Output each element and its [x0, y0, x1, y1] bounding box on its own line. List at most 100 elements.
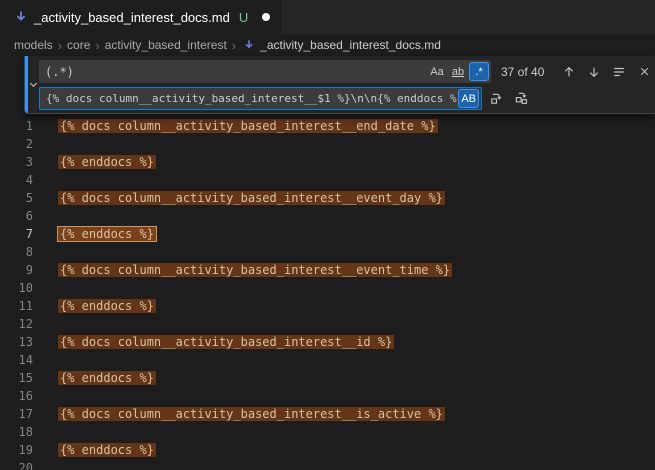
line-content: {% enddocs %}: [60, 441, 156, 459]
code-line[interactable]: 16: [0, 387, 655, 405]
replace-value-text: {% docs column__activity_based_interest_…: [46, 92, 457, 105]
find-match: {% enddocs %}: [58, 371, 156, 385]
find-widget-resize-sash[interactable]: [25, 56, 28, 113]
breadcrumb-item-filename[interactable]: _activity_based_interest_docs.md: [260, 38, 441, 52]
code-line[interactable]: 15 {% enddocs %}: [0, 369, 655, 387]
tab-filename: _activity_based_interest_docs.md: [34, 10, 230, 25]
code-line[interactable]: 8: [0, 243, 655, 261]
preserve-case-toggle[interactable]: AB: [458, 89, 479, 108]
line-number[interactable]: 14: [0, 351, 46, 369]
replace-input[interactable]: {% docs column__activity_based_interest_…: [39, 87, 482, 110]
find-match: {% docs column__activity_based_interest_…: [58, 263, 452, 277]
find-row: (.*) Aa ab .* 37 of 40: [39, 60, 655, 83]
line-number[interactable]: 16: [0, 387, 46, 405]
code-line[interactable]: 14: [0, 351, 655, 369]
chevron-down-icon: [28, 79, 39, 90]
next-match-button[interactable]: [583, 61, 605, 83]
find-match: {% docs column__activity_based_interest_…: [58, 335, 394, 349]
chevron-right-icon: ›: [232, 38, 236, 53]
line-content: {% enddocs %}: [60, 297, 156, 315]
code-line[interactable]: 13 {% docs column__activity_based_interes…: [0, 333, 655, 351]
replace-all-button[interactable]: [510, 88, 532, 110]
code-line[interactable]: 1 {% docs column__activity_based_interest…: [0, 117, 655, 135]
code-line[interactable]: 7 {% enddocs %}: [0, 225, 655, 243]
editor-code-area[interactable]: 1{% docs column__activity_based_interest…: [0, 56, 655, 470]
find-match: {% enddocs %}: [58, 155, 156, 169]
toggle-replace-button[interactable]: [28, 56, 39, 113]
line-content: {% docs column__activity_based_interest_…: [60, 405, 445, 423]
chevron-right-icon: ›: [95, 38, 99, 53]
code-line[interactable]: 19 {% enddocs %}: [0, 441, 655, 459]
line-number[interactable]: 5: [0, 189, 46, 207]
line-number[interactable]: 3: [0, 153, 46, 171]
code-line[interactable]: 18: [0, 423, 655, 441]
line-content: {% docs column__activity_based_interest_…: [60, 117, 438, 135]
line-number[interactable]: 10: [0, 279, 46, 297]
code-lines: 1 {% docs column__activity_based_interest…: [0, 117, 655, 470]
current-find-match: {% enddocs %}: [58, 227, 156, 241]
code-line[interactable]: 20: [0, 459, 655, 470]
markdown-file-icon: [14, 10, 28, 24]
line-number[interactable]: 12: [0, 315, 46, 333]
code-line[interactable]: 2: [0, 135, 655, 153]
replace-one-button[interactable]: [485, 88, 507, 110]
find-match: {% enddocs %}: [58, 299, 156, 313]
tab-bar: _activity_based_interest_docs.md U: [0, 0, 655, 34]
editor-tab[interactable]: _activity_based_interest_docs.md U: [0, 0, 283, 34]
find-match: {% docs column__activity_based_interest_…: [58, 407, 445, 421]
markdown-file-icon: [243, 39, 255, 51]
code-line[interactable]: 11 {% enddocs %}: [0, 297, 655, 315]
match-case-toggle[interactable]: Aa: [427, 62, 447, 81]
previous-match-button[interactable]: [558, 61, 580, 83]
close-find-widget-button[interactable]: [633, 61, 655, 83]
vscode-editor-window: _activity_based_interest_docs.md U model…: [0, 0, 655, 470]
line-number[interactable]: 9: [0, 261, 46, 279]
code-line[interactable]: 3 {% enddocs %}: [0, 153, 655, 171]
code-line[interactable]: 10: [0, 279, 655, 297]
line-number[interactable]: 17: [0, 405, 46, 423]
breadcrumb-item-core[interactable]: core: [67, 38, 90, 52]
find-match: {% docs column__activity_based_interest_…: [58, 119, 438, 133]
find-in-selection-button[interactable]: [608, 61, 630, 83]
line-content: {% enddocs %}: [60, 225, 156, 243]
line-number[interactable]: 19: [0, 441, 46, 459]
unsaved-changes-dot[interactable]: [262, 13, 270, 21]
find-query-text: (.*): [45, 65, 426, 79]
line-number[interactable]: 1: [0, 117, 46, 135]
line-number[interactable]: 7: [0, 225, 46, 243]
line-number[interactable]: 18: [0, 423, 46, 441]
line-number[interactable]: 6: [0, 207, 46, 225]
breadcrumb: models › core › activity_based_interest …: [0, 34, 655, 56]
code-line[interactable]: 12: [0, 315, 655, 333]
line-content: {% docs column__activity_based_interest_…: [60, 189, 445, 207]
code-line[interactable]: 5 {% docs column__activity_based_interest…: [0, 189, 655, 207]
regex-toggle[interactable]: .*: [469, 62, 489, 81]
git-status-badge: U: [239, 10, 248, 25]
code-line[interactable]: 9 {% docs column__activity_based_interest…: [0, 261, 655, 279]
find-match: {% enddocs %}: [58, 443, 156, 457]
whole-word-toggle[interactable]: ab: [448, 62, 468, 81]
code-line[interactable]: 6: [0, 207, 655, 225]
line-number[interactable]: 13: [0, 333, 46, 351]
line-content: {% docs column__activity_based_interest_…: [60, 333, 394, 351]
code-line[interactable]: 17 {% docs column__activity_based_interes…: [0, 405, 655, 423]
match-count: 37 of 40: [501, 65, 555, 79]
replace-row: {% docs column__activity_based_interest_…: [39, 87, 655, 110]
chevron-right-icon: ›: [58, 38, 62, 53]
line-content: {% docs column__activity_based_interest_…: [60, 261, 452, 279]
find-widget-rows: (.*) Aa ab .* 37 of 40: [39, 56, 655, 113]
line-number[interactable]: 2: [0, 135, 46, 153]
line-number[interactable]: 11: [0, 297, 46, 315]
line-content: {% enddocs %}: [60, 153, 156, 171]
line-number[interactable]: 8: [0, 243, 46, 261]
find-replace-widget: (.*) Aa ab .* 37 of 40: [24, 56, 655, 114]
breadcrumb-item-folder[interactable]: activity_based_interest: [105, 38, 227, 52]
find-input[interactable]: (.*) Aa ab .*: [39, 60, 491, 83]
line-content: {% enddocs %}: [60, 369, 156, 387]
line-number[interactable]: 4: [0, 171, 46, 189]
line-number[interactable]: 20: [0, 459, 46, 470]
line-number[interactable]: 15: [0, 369, 46, 387]
breadcrumb-item-models[interactable]: models: [14, 38, 53, 52]
find-match: {% docs column__activity_based_interest_…: [58, 191, 445, 205]
code-line[interactable]: 4: [0, 171, 655, 189]
